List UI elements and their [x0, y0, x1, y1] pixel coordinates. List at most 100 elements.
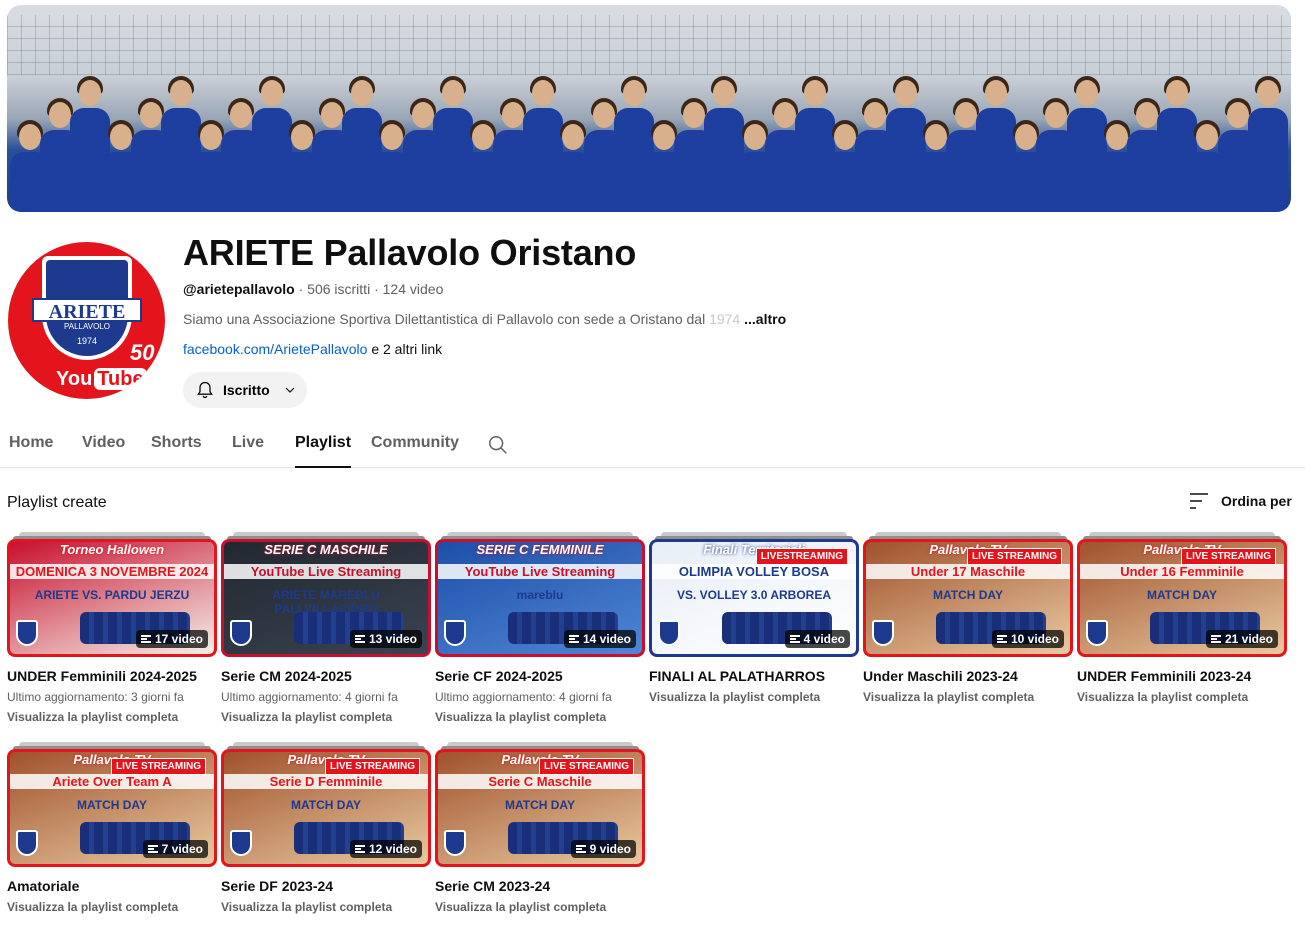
tab-community[interactable]: Community [371, 434, 459, 468]
facebook-link[interactable]: facebook.com/ArietePallavolo [183, 341, 367, 357]
playlist-title[interactable]: Serie CM 2023-24 [435, 878, 645, 894]
playlist-card[interactable]: Pallavolo TVAriete Over Team AMATCH DAYL… [7, 742, 217, 914]
channel-links: facebook.com/ArietePallavolo e 2 altri l… [183, 341, 442, 357]
sort-button[interactable]: Ordina per [1189, 492, 1292, 510]
playlist-card[interactable]: SERIE C FEMMINILE YouTube Live Streaming m… [435, 532, 645, 724]
club-logo [658, 620, 680, 646]
channel-description[interactable]: Siamo una Associazione Sportiva Dilettan… [183, 311, 786, 327]
photo-person [1217, 62, 1258, 212]
thumbnail-line2: MATCH DAY [504, 798, 575, 812]
view-full-playlist-link[interactable]: Visualizza la playlist completa [649, 690, 859, 704]
video-count-badge: 14 video [563, 630, 636, 648]
view-full-playlist-link[interactable]: Visualizza la playlist completa [863, 690, 1073, 704]
playlist-card[interactable]: SERIE C MASCHILE YouTube Live Streaming AR… [221, 532, 431, 724]
view-full-playlist-link[interactable]: Visualizza la playlist completa [435, 900, 645, 914]
channel-avatar[interactable]: ARIETE PALLAVOLO 1974 50 You Tube [8, 242, 165, 399]
playlist-card[interactable]: Pallavolo TVUnder 17 MaschileMATCH DAYLI… [863, 532, 1073, 704]
view-full-playlist-link[interactable]: Visualizza la playlist completa [7, 710, 217, 724]
photo-person [976, 62, 1017, 212]
view-full-playlist-link[interactable]: Visualizza la playlist completa [435, 710, 645, 724]
tab-shorts[interactable]: Shorts [151, 434, 202, 468]
thumbnail-line1: DOMENICA 3 NOVEMBRE 2024 [10, 564, 214, 579]
video-count-badge: 21 video [1205, 630, 1278, 648]
view-full-playlist-link[interactable]: Visualizza la playlist completa [7, 900, 217, 914]
playlist-thumbnail[interactable]: SERIE C FEMMINILE YouTube Live Streaming m… [435, 539, 645, 657]
thumbnail-line1: Under 16 Femminile [1080, 564, 1284, 579]
photo-person [342, 62, 383, 212]
tab-live[interactable]: Live [232, 434, 264, 468]
photo-person [1247, 62, 1288, 212]
playlist-title[interactable]: Under Maschili 2023-24 [863, 668, 1073, 684]
playlist-updated: Ultimo aggiornamento: 3 giorni fa [7, 690, 184, 704]
playlist-title[interactable]: Serie DF 2023-24 [221, 878, 431, 894]
club-logo [16, 830, 38, 856]
photo-person [251, 62, 292, 212]
playlist-thumbnail[interactable]: Pallavolo TVUnder 16 FemminileMATCH DAYL… [1077, 539, 1287, 657]
thumbnail-line2: MATCH DAY [1146, 588, 1217, 602]
club-logo [1086, 620, 1108, 646]
playlist-card[interactable]: Torneo Hallowen DOMENICA 3 NOVEMBRE 2024 A… [7, 532, 217, 724]
photo-person [161, 62, 202, 212]
tab-video[interactable]: Video [82, 434, 125, 468]
photo-person [855, 62, 896, 212]
club-logo [872, 620, 894, 646]
photo-person [1157, 62, 1198, 212]
playlist-card[interactable]: Pallavolo TVSerie C MaschileMATCH DAYLIV… [435, 742, 645, 914]
playlist-thumbnail[interactable]: Torneo Hallowen DOMENICA 3 NOVEMBRE 2024 A… [7, 539, 217, 657]
playlist-title[interactable]: Amatoriale [7, 878, 217, 894]
playlist-card[interactable]: Finali Territoriali OLIMPIA VOLLEY BOSA VS… [649, 532, 859, 704]
playlist-title[interactable]: UNDER Femminili 2024-2025 [7, 668, 217, 684]
tab-playlist[interactable]: Playlist [295, 434, 352, 468]
playlist-thumbnail[interactable]: Finali Territoriali OLIMPIA VOLLEY BOSA VS… [649, 539, 859, 657]
thumbnail-line1: YouTube Live Streaming [224, 564, 428, 579]
anniversary-mark: 50 [130, 340, 155, 365]
photo-person [1096, 62, 1137, 212]
photo-person [704, 62, 745, 212]
live-streaming-badge: LIVE STREAMING [966, 548, 1062, 565]
playlist-thumbnail[interactable]: Pallavolo TVSerie D FemminileMATCH DAYLI… [221, 749, 431, 867]
subscribe-button[interactable]: Iscritto [183, 372, 307, 408]
photo-person [1006, 62, 1047, 212]
bell-icon [197, 381, 213, 399]
playlist-thumbnail[interactable]: Pallavolo TVAriete Over Team AMATCH DAYL… [7, 749, 217, 867]
video-count: 124 video [382, 281, 444, 297]
photo-person [523, 62, 564, 212]
thumbnail-line1: Serie D Femminile [224, 774, 428, 789]
playlist-thumbnail[interactable]: Pallavolo TVUnder 17 MaschileMATCH DAYLI… [863, 539, 1073, 657]
live-streaming-badge: LIVE STREAMING [538, 758, 634, 775]
playlist-card[interactable]: Pallavolo TVSerie D FemminileMATCH DAYLI… [221, 742, 431, 914]
playlist-icon [789, 635, 800, 643]
video-count-badge: 4 video [784, 630, 850, 648]
channel-name: ARIETE Pallavolo Oristano [183, 232, 637, 273]
tab-home[interactable]: Home [9, 434, 53, 468]
description-more-link[interactable]: ...altro [744, 311, 786, 327]
subscribe-label: Iscritto [223, 382, 270, 398]
playlist-title[interactable]: UNDER Femminili 2023-24 [1077, 668, 1287, 684]
thumbnail-line2: MATCH DAY [290, 798, 361, 812]
playlist-icon [147, 845, 158, 853]
search-icon[interactable] [487, 434, 509, 456]
photo-person [945, 62, 986, 212]
playlist-updated: Ultimo aggiornamento: 4 giorni fa [435, 690, 612, 704]
playlist-icon [140, 635, 151, 643]
photo-person [311, 62, 352, 212]
thumbnail-line1: Under 17 Maschile [866, 564, 1070, 579]
thumbnail-line1: OLIMPIA VOLLEY BOSA [652, 564, 856, 579]
photo-person [915, 62, 956, 212]
playlist-icon [354, 845, 365, 853]
view-full-playlist-link[interactable]: Visualizza la playlist completa [221, 900, 431, 914]
playlist-title[interactable]: FINALI AL PALATHARROS [649, 668, 859, 684]
view-full-playlist-link[interactable]: Visualizza la playlist completa [1077, 690, 1287, 704]
playlist-title[interactable]: Serie CF 2024-2025 [435, 668, 645, 684]
more-links[interactable]: e 2 altri link [371, 341, 442, 357]
photo-person [462, 62, 503, 212]
playlist-thumbnail[interactable]: SERIE C MASCHILE YouTube Live Streaming AR… [221, 539, 431, 657]
thumbnail-line1: YouTube Live Streaming [438, 564, 642, 579]
channel-tabs: Home Video Shorts Live Playlist Communit… [0, 424, 1305, 468]
playlist-card[interactable]: Pallavolo TVUnder 16 FemminileMATCH DAYL… [1077, 532, 1287, 704]
view-full-playlist-link[interactable]: Visualizza la playlist completa [221, 710, 431, 724]
club-logo [16, 620, 38, 646]
playlist-icon [575, 845, 586, 853]
playlist-thumbnail[interactable]: Pallavolo TVSerie C MaschileMATCH DAYLIV… [435, 749, 645, 867]
playlist-title[interactable]: Serie CM 2024-2025 [221, 668, 431, 684]
